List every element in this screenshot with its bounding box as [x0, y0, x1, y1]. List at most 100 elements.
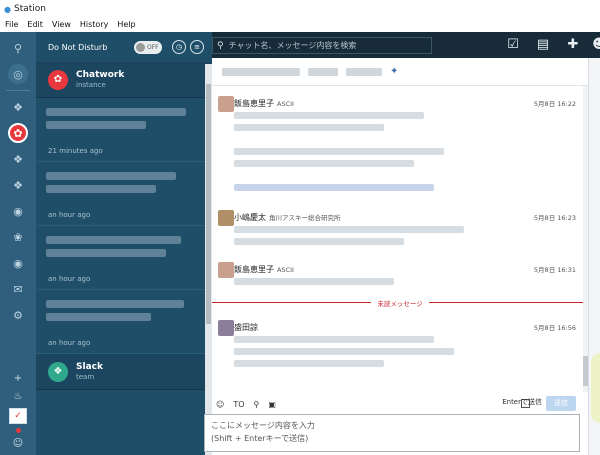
blurred-text: [46, 249, 166, 257]
blurred-text: [234, 278, 394, 285]
message-sender[interactable]: 盛田諒: [234, 322, 261, 333]
slack-icon-2[interactable]: ❖: [8, 149, 28, 169]
blurred-text: [46, 313, 151, 321]
window-title: Station: [13, 4, 46, 14]
video-call-icon[interactable]: ▣: [268, 400, 276, 409]
blurred-room-name: [308, 67, 338, 76]
message-sender[interactable]: 飯島恵里子 ASCII: [234, 98, 294, 109]
app-row-slack[interactable]: ❖ Slack team: [36, 354, 212, 390]
send-button[interactable]: 送信: [546, 396, 576, 411]
twitter-icon[interactable]: ❀: [8, 227, 28, 247]
station-logo-icon: ●: [4, 4, 11, 14]
notification-item[interactable]: an hour ago: [36, 162, 212, 226]
chatwork-top-bar: ⚲ チャット名、メッセージ内容を検索 ☑ ▤ ✚ ☻: [212, 32, 600, 58]
gmail-icon[interactable]: ✉: [8, 279, 28, 299]
attach-icon[interactable]: ⚲: [254, 400, 260, 409]
app-row-chatwork[interactable]: ✿ Chatwork instance: [36, 62, 212, 98]
sender-name: 飯島恵里子: [234, 99, 274, 108]
dock-bottom: + ♨ ✓ ☺: [0, 372, 36, 451]
avatar[interactable]: [218, 210, 234, 226]
blurred-text: [234, 360, 384, 367]
search-icon: ⚲: [217, 40, 224, 51]
enter-send-label: Enterで送信: [502, 398, 542, 406]
sender-org: 角川アスキー総合研究所: [269, 214, 341, 222]
blurred-text: [234, 238, 404, 245]
app-dock: ⚲ ◎ ❖ ✿ ❖ ❖ ◉ ❀ ◉ ✉ ⚙ + ♨ ✓ ☺: [0, 32, 36, 455]
scrollbar-thumb[interactable]: [206, 84, 211, 324]
message-time: 5月8日 16:22: [533, 100, 576, 108]
sender-name: 小嶋慶太: [234, 213, 266, 222]
blurred-room-name: [346, 67, 382, 76]
side-bubble: [591, 353, 600, 423]
panel-scrollbar[interactable]: [205, 64, 212, 455]
compose-icon[interactable]: ✓: [9, 408, 27, 424]
blurred-text: [234, 160, 414, 167]
notification-item[interactable]: an hour ago: [36, 226, 212, 290]
sender-name: 盛田諒: [234, 323, 258, 332]
toggle-label: OFF: [147, 43, 159, 51]
blurred-text: [46, 236, 181, 244]
search-input[interactable]: ⚲ チャット名、メッセージ内容を検索: [212, 37, 432, 54]
notification-dot-icon: [15, 428, 21, 433]
message-placeholder: ここにメッセージ内容を入力: [211, 421, 315, 430]
blurred-text: [234, 148, 444, 155]
dnd-toggle[interactable]: OFF: [134, 40, 162, 54]
toggle-knob: [136, 42, 145, 52]
message-time: 5月8日 16:23: [533, 214, 576, 222]
dock-divider: [6, 90, 30, 91]
message-input[interactable]: ここにメッセージ内容を入力 (Shift + Enterキーで送信): [204, 414, 580, 452]
blurred-text: [46, 300, 184, 308]
pin-icon[interactable]: ✦: [390, 66, 398, 77]
menu-view[interactable]: View: [52, 18, 71, 32]
blurred-text: [234, 112, 424, 119]
blurred-text: [46, 121, 146, 129]
messenger-icon[interactable]: ◉: [8, 201, 28, 221]
add-contact-icon[interactable]: ✚: [564, 36, 582, 54]
message-sender[interactable]: 飯島恵里子 ASCII: [234, 264, 294, 275]
pocket-icon[interactable]: ◉: [8, 253, 28, 273]
message-placeholder-hint: (Shift + Enterキーで送信): [211, 434, 309, 443]
title-bar: ● Station: [0, 0, 600, 18]
avatar[interactable]: [218, 96, 234, 112]
profile-icon[interactable]: ☺: [13, 437, 23, 451]
menu-history[interactable]: History: [80, 18, 108, 32]
blurred-text: [46, 108, 186, 116]
blurred-text: [46, 185, 156, 193]
menu-file[interactable]: File: [5, 18, 18, 32]
filter-icon[interactable]: ≡: [190, 40, 204, 54]
notification-time: an hour ago: [48, 211, 91, 219]
blurred-text: [234, 348, 454, 355]
sender-name: 飯島恵里子: [234, 265, 274, 274]
add-app-icon[interactable]: +: [14, 372, 22, 386]
search-placeholder: チャット名、メッセージ内容を検索: [228, 41, 357, 50]
notification-item[interactable]: 21 minutes ago: [36, 98, 212, 162]
profile-menu-icon[interactable]: ☻: [590, 36, 600, 54]
blurred-text: [234, 124, 384, 131]
app-icon-target[interactable]: ◎: [8, 64, 28, 84]
settings-icon[interactable]: ⚙: [8, 305, 28, 325]
menu-help[interactable]: Help: [117, 18, 135, 32]
blurred-link[interactable]: [234, 184, 434, 191]
folder-icon[interactable]: ▤: [534, 36, 552, 54]
bell-icon[interactable]: ♨: [14, 390, 23, 404]
message-sender[interactable]: 小嶋慶太 角川アスキー総合研究所: [234, 212, 341, 223]
chatwork-icon[interactable]: ✿: [8, 123, 28, 143]
clock-icon[interactable]: ◷: [172, 40, 186, 54]
message-time: 5月8日 16:56: [533, 324, 576, 332]
search-icon[interactable]: ⚲: [8, 38, 28, 58]
to-button[interactable]: TO: [233, 400, 244, 409]
menu-bar: File Edit View History Help: [0, 18, 600, 32]
room-info-panel: [588, 58, 600, 455]
unread-label-text: 未読メッセージ: [371, 300, 429, 308]
notification-time: an hour ago: [48, 339, 91, 347]
blurred-text: [234, 226, 464, 233]
notification-panel: Do Not Disturb OFF ◷ ≡ ✿ Chatwork instan…: [36, 32, 212, 455]
slack-icon[interactable]: ❖: [8, 97, 28, 117]
avatar[interactable]: [218, 262, 234, 278]
notification-item[interactable]: an hour ago: [36, 290, 212, 354]
avatar[interactable]: [218, 320, 234, 336]
slack-icon-3[interactable]: ❖: [8, 175, 28, 195]
menu-edit[interactable]: Edit: [27, 18, 43, 32]
task-check-icon[interactable]: ☑: [504, 36, 522, 54]
emoji-icon[interactable]: ☺: [216, 400, 224, 409]
